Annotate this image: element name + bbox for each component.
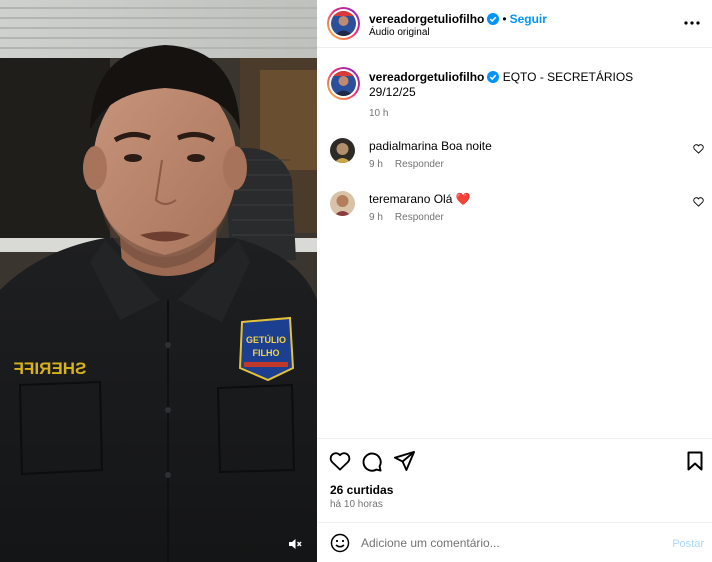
post-header: vereadorgetuliofilho • Seguir Áudio origin…	[317, 0, 712, 48]
audio-label[interactable]: Áudio original	[369, 27, 430, 38]
comment-icon[interactable]	[361, 451, 382, 472]
badge-line-1: GETÚLIO	[246, 334, 286, 345]
follow-button[interactable]: Seguir	[510, 12, 547, 26]
post-panel: vereadorgetuliofilho • Seguir Áudio origin…	[317, 0, 712, 562]
caption-time: 10 h	[369, 108, 389, 119]
verified-badge-icon	[487, 13, 500, 25]
heart-emoji: ❤️	[455, 192, 471, 206]
commenter-username[interactable]: padialmarina	[369, 139, 438, 153]
commenter-avatar[interactable]	[330, 138, 355, 163]
caption-author-avatar[interactable]	[327, 67, 360, 100]
video-frame: SHERIFF GETÚLIO FILHO	[0, 0, 317, 562]
post-caption: vereadorgetuliofilho EQTO - SECRETÁRIOS …	[369, 70, 699, 121]
caption-username[interactable]: vereadorgetuliofilho	[369, 70, 484, 84]
author-username[interactable]: vereadorgetuliofilho	[369, 12, 484, 26]
heart-icon[interactable]	[693, 197, 704, 207]
likes-count[interactable]: 26 curtidas	[330, 483, 393, 497]
reel-video[interactable]: SHERIFF GETÚLIO FILHO	[0, 0, 317, 562]
comment-time: 9 h	[369, 212, 383, 223]
comment-composer: Postar	[317, 522, 712, 562]
comment-text: Olá	[433, 192, 453, 206]
heart-icon[interactable]	[693, 144, 704, 154]
caption-date: 29/12/25	[369, 85, 416, 99]
comment-time: 9 h	[369, 159, 383, 170]
caption-text: EQTO - SECRETÁRIOS	[502, 70, 634, 84]
reply-button[interactable]: Responder	[395, 212, 444, 223]
comment-input[interactable]	[361, 533, 631, 553]
send-icon[interactable]	[394, 451, 415, 471]
more-horizontal-icon	[684, 21, 700, 25]
post-comment-button[interactable]: Postar	[672, 538, 704, 550]
verified-badge-icon	[487, 71, 500, 83]
commenter-username[interactable]: teremarano	[369, 192, 430, 206]
badge-line-2: FILHO	[253, 348, 280, 358]
comment-text: Boa noite	[441, 139, 492, 153]
author-avatar[interactable]	[327, 7, 360, 40]
post-time-ago: há 10 horas	[330, 499, 383, 510]
reply-button[interactable]: Responder	[395, 159, 444, 170]
heart-icon[interactable]	[329, 451, 351, 471]
more-options-button[interactable]	[682, 14, 702, 32]
commenter-avatar[interactable]	[330, 191, 355, 216]
mute-button[interactable]	[284, 533, 306, 555]
bookmark-icon[interactable]	[687, 451, 703, 471]
speaker-muted-icon	[289, 539, 302, 549]
smiley-icon[interactable]	[330, 533, 350, 553]
separator-dot: •	[502, 12, 507, 26]
shirt-sheriff-text: SHERIFF	[14, 359, 87, 378]
